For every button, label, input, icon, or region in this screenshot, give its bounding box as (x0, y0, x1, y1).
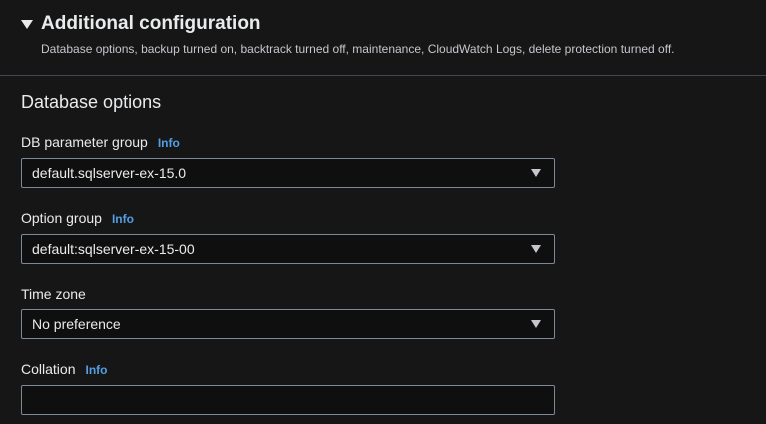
collation-label: Collation Info (21, 361, 107, 377)
page: Additional configuration Database option… (0, 0, 766, 424)
dropdown-arrow-icon (531, 320, 541, 328)
collation-info-link[interactable]: Info (85, 363, 107, 377)
section-description: Database options, backup turned on, back… (41, 42, 675, 56)
option-group-label-text: Option group (21, 210, 102, 226)
db-parameter-group-value: default.sqlserver-ex-15.0 (32, 165, 187, 181)
caret-down-icon[interactable] (21, 20, 33, 29)
option-group-info-link[interactable]: Info (112, 212, 134, 226)
dropdown-arrow-icon (531, 169, 541, 177)
database-options-heading: Database options (21, 92, 162, 112)
additional-configuration-header[interactable]: Additional configuration Database option… (0, 0, 766, 76)
collation-input[interactable] (21, 385, 555, 415)
db-parameter-group-label-text: DB parameter group (21, 134, 148, 150)
section-toggle-title[interactable]: Additional configuration (41, 13, 261, 35)
option-group-value: default:sqlserver-ex-15-00 (32, 241, 195, 257)
db-parameter-group-label: DB parameter group Info (21, 134, 180, 150)
time-zone-value: No preference (32, 316, 121, 332)
time-zone-label: Time zone (21, 286, 86, 302)
option-group-select[interactable]: default:sqlserver-ex-15-00 (21, 234, 555, 264)
db-parameter-group-select[interactable]: default.sqlserver-ex-15.0 (21, 158, 555, 188)
time-zone-select[interactable]: No preference (21, 309, 555, 339)
dropdown-arrow-icon (531, 245, 541, 253)
option-group-label: Option group Info (21, 210, 134, 226)
time-zone-label-text: Time zone (21, 286, 86, 302)
collation-label-text: Collation (21, 361, 76, 377)
db-parameter-group-info-link[interactable]: Info (158, 136, 180, 150)
database-options-panel: Database options DB parameter group Info … (0, 76, 766, 424)
